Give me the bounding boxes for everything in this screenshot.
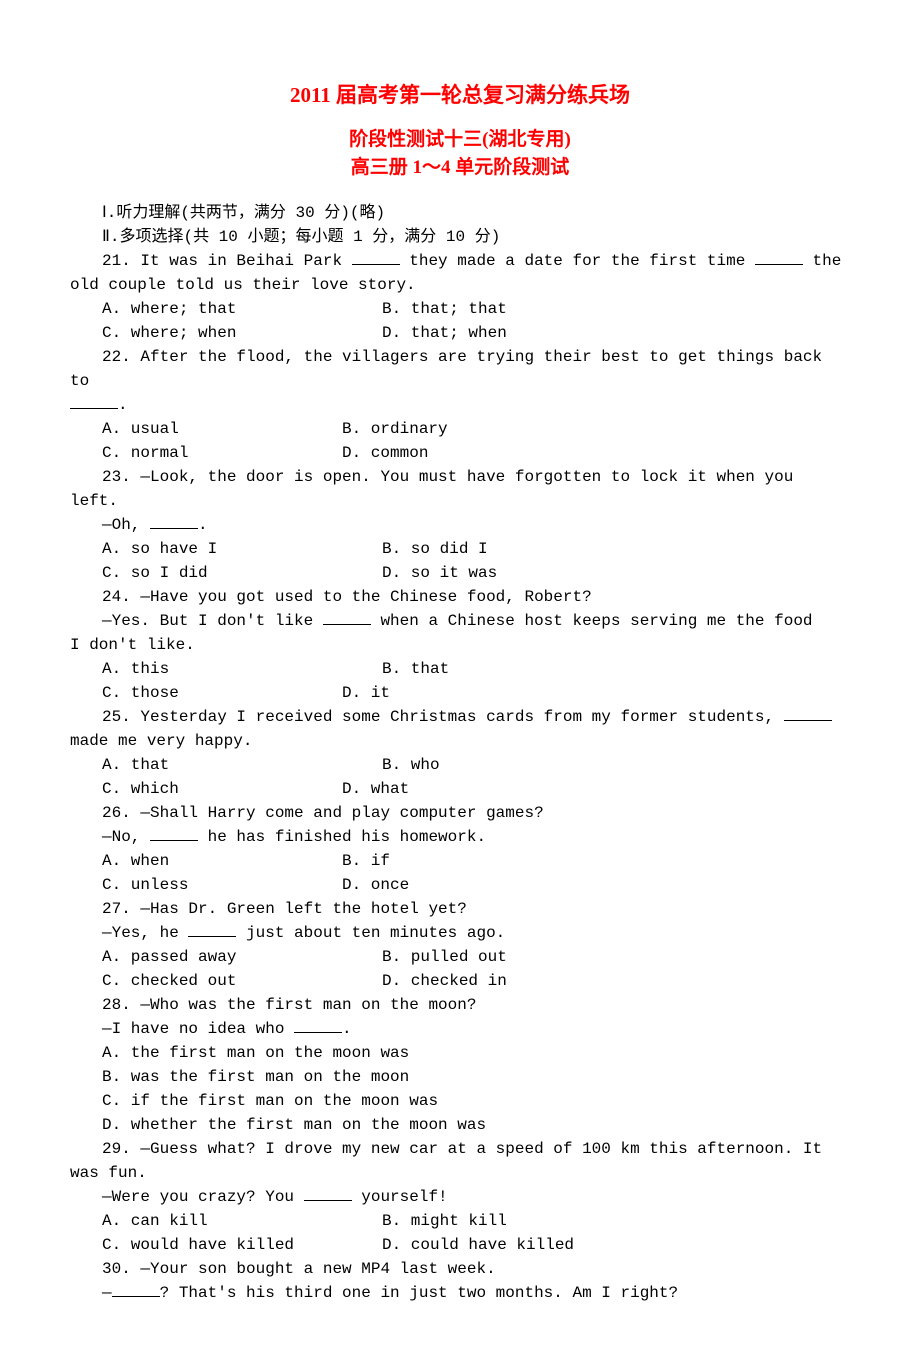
section-1-header: Ⅰ.听力理解(共两节，满分 30 分)(略) [70, 201, 850, 225]
question-22-options-cd: C. normalD. common [70, 441, 850, 465]
title-main: 2011 届高考第一轮总复习满分练兵场 [70, 80, 850, 112]
question-25: 25. Yesterday I received some Christmas … [70, 705, 850, 729]
section-2-header: Ⅱ.多项选择(共 10 小题；每小题 1 分，满分 10 分) [70, 225, 850, 249]
title-subtitle-1: 阶段性测试十三(湖北专用) [70, 126, 850, 155]
question-26-line2: —No, he has finished his homework. [70, 825, 850, 849]
question-25-options-ab: A. thatB. who [70, 753, 850, 777]
question-21-options-cd: C. where; whenD. that; when [70, 321, 850, 345]
question-24-cont: I don't like. [70, 633, 850, 657]
question-23-cont: left. [70, 489, 850, 513]
blank [150, 513, 198, 528]
question-25-cont: made me very happy. [70, 729, 850, 753]
question-30: 30. —Your son bought a new MP4 last week… [70, 1257, 850, 1281]
blank [294, 1017, 342, 1032]
blank [755, 249, 803, 264]
question-26: 26. —Shall Harry come and play computer … [70, 801, 850, 825]
question-28-option-b: B. was the first man on the moon [70, 1065, 850, 1089]
question-28-option-d: D. whether the first man on the moon was [70, 1113, 850, 1137]
blank [150, 825, 198, 840]
question-29-cont: was fun. [70, 1161, 850, 1185]
blank [352, 249, 400, 264]
exam-content: Ⅰ.听力理解(共两节，满分 30 分)(略) Ⅱ.多项选择(共 10 小题；每小… [70, 201, 850, 1305]
question-24-line2: —Yes. But I don't like when a Chinese ho… [70, 609, 850, 633]
question-27: 27. —Has Dr. Green left the hotel yet? [70, 897, 850, 921]
blank [112, 1281, 160, 1296]
blank [188, 921, 236, 936]
question-22-options-ab: A. usualB. ordinary [70, 417, 850, 441]
question-23-options-cd: C. so I didD. so it was [70, 561, 850, 585]
question-27-line2: —Yes, he just about ten minutes ago. [70, 921, 850, 945]
question-26-options-ab: A. whenB. if [70, 849, 850, 873]
question-22-cont: . [70, 393, 850, 417]
question-22: 22. After the flood, the villagers are t… [70, 345, 850, 393]
question-27-options-cd: C. checked outD. checked in [70, 969, 850, 993]
question-26-options-cd: C. unlessD. once [70, 873, 850, 897]
title-subtitle-2: 高三册 1～4 单元阶段测试 [70, 154, 850, 183]
question-24-options-ab: A. thisB. that [70, 657, 850, 681]
question-30-line2: —? That's his third one in just two mont… [70, 1281, 850, 1305]
question-27-options-ab: A. passed awayB. pulled out [70, 945, 850, 969]
question-29-options-cd: C. would have killedD. could have killed [70, 1233, 850, 1257]
blank [784, 705, 832, 720]
question-24-options-cd: C. thoseD. it [70, 681, 850, 705]
question-29: 29. —Guess what? I drove my new car at a… [70, 1137, 850, 1161]
question-28-line2: —I have no idea who . [70, 1017, 850, 1041]
blank [70, 393, 118, 408]
question-28-option-a: A. the first man on the moon was [70, 1041, 850, 1065]
question-28-option-c: C. if the first man on the moon was [70, 1089, 850, 1113]
question-29-line2: —Were you crazy? You yourself! [70, 1185, 850, 1209]
blank [304, 1185, 352, 1200]
question-24: 24. —Have you got used to the Chinese fo… [70, 585, 850, 609]
question-28: 28. —Who was the first man on the moon? [70, 993, 850, 1017]
question-23: 23. —Look, the door is open. You must ha… [70, 465, 850, 489]
question-29-options-ab: A. can killB. might kill [70, 1209, 850, 1233]
question-25-options-cd: C. whichD. what [70, 777, 850, 801]
question-23-options-ab: A. so have IB. so did I [70, 537, 850, 561]
question-23-line2: —Oh, . [70, 513, 850, 537]
question-21-options-ab: A. where; thatB. that; that [70, 297, 850, 321]
question-21: 21. It was in Beihai Park they made a da… [70, 249, 850, 273]
question-21-cont: old couple told us their love story. [70, 273, 850, 297]
blank [323, 609, 371, 624]
